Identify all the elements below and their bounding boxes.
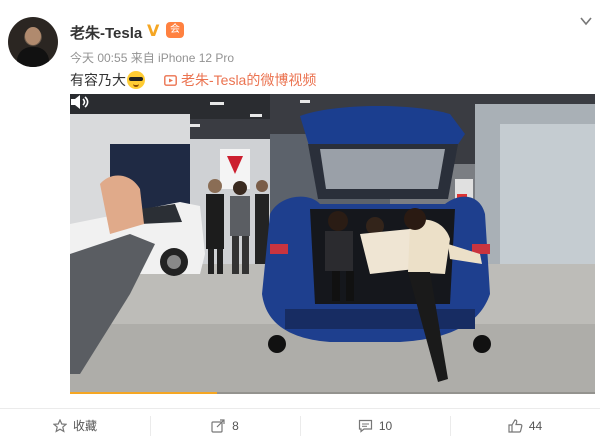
member-badge-icon[interactable]: 会	[166, 22, 184, 38]
repost-count: 8	[232, 418, 239, 433]
like-count: 44	[528, 418, 543, 433]
sunglasses-emoji-icon	[127, 71, 145, 89]
avatar[interactable]	[8, 17, 58, 67]
thumbs-up-icon	[508, 418, 523, 433]
favorite-button[interactable]: 收藏	[0, 409, 150, 439]
video-link-icon	[164, 74, 177, 86]
user-name[interactable]: 老朱-Tesla	[70, 22, 142, 43]
post-meta: 今天 00:55 来自 iPhone 12 Pro	[70, 51, 235, 65]
video-progress-bar[interactable]	[70, 392, 595, 394]
chevron-down-icon[interactable]	[579, 14, 593, 28]
verified-icon: V	[147, 21, 160, 40]
favorite-label: 收藏	[72, 419, 97, 433]
video-progress-fill	[70, 392, 217, 394]
comment-button[interactable]: 10	[300, 409, 450, 439]
comment-icon	[358, 419, 372, 433]
action-bar: 收藏 8 10 44	[0, 409, 600, 439]
video-link[interactable]: 老朱-Tesla的微博视频	[164, 70, 316, 90]
video-frame	[70, 94, 595, 394]
comment-count: 10	[378, 418, 393, 433]
video-link-label: 老朱-Tesla的微博视频	[181, 72, 317, 88]
repost-icon	[211, 418, 225, 433]
like-button[interactable]: 44	[450, 409, 600, 439]
post-text: 有容乃大	[70, 70, 145, 90]
video-player[interactable]	[70, 94, 595, 394]
post-text-content: 有容乃大	[70, 72, 126, 88]
star-icon	[52, 418, 67, 433]
volume-icon[interactable]	[70, 94, 90, 110]
repost-button[interactable]: 8	[150, 409, 300, 439]
